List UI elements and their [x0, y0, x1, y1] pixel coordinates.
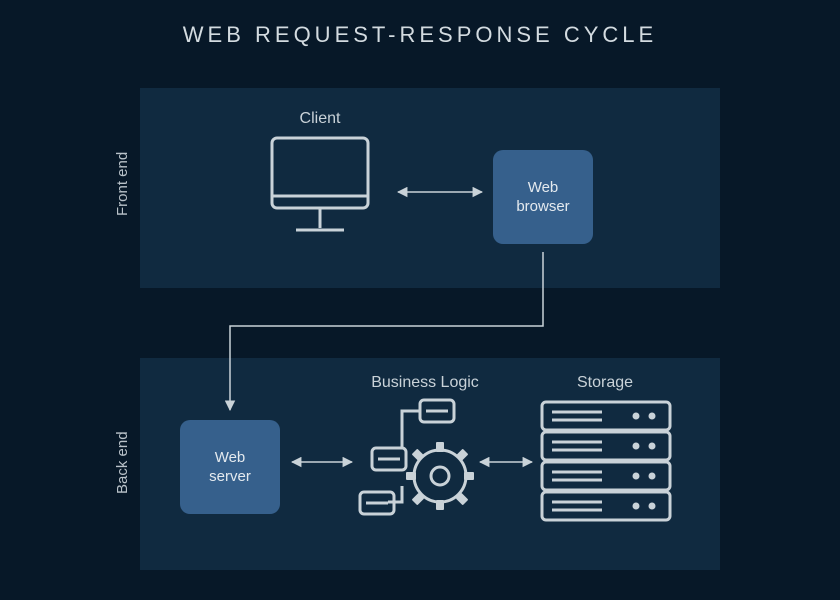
web-browser-label-2: browser: [516, 198, 569, 215]
web-browser-label-1: Web: [528, 179, 559, 196]
web-server-node: Web server: [180, 420, 280, 514]
front-end-label: Front end: [114, 152, 131, 216]
storage-label: Storage: [555, 374, 655, 392]
web-browser-node: Web browser: [493, 150, 593, 244]
diagram-title: WEB REQUEST-RESPONSE CYCLE: [0, 22, 840, 48]
business-logic-label: Business Logic: [350, 374, 500, 392]
web-server-label-1: Web: [215, 449, 246, 466]
client-label: Client: [280, 110, 360, 128]
back-end-label: Back end: [114, 431, 131, 494]
front-end-panel: [140, 88, 720, 288]
web-server-label-2: server: [209, 468, 251, 485]
